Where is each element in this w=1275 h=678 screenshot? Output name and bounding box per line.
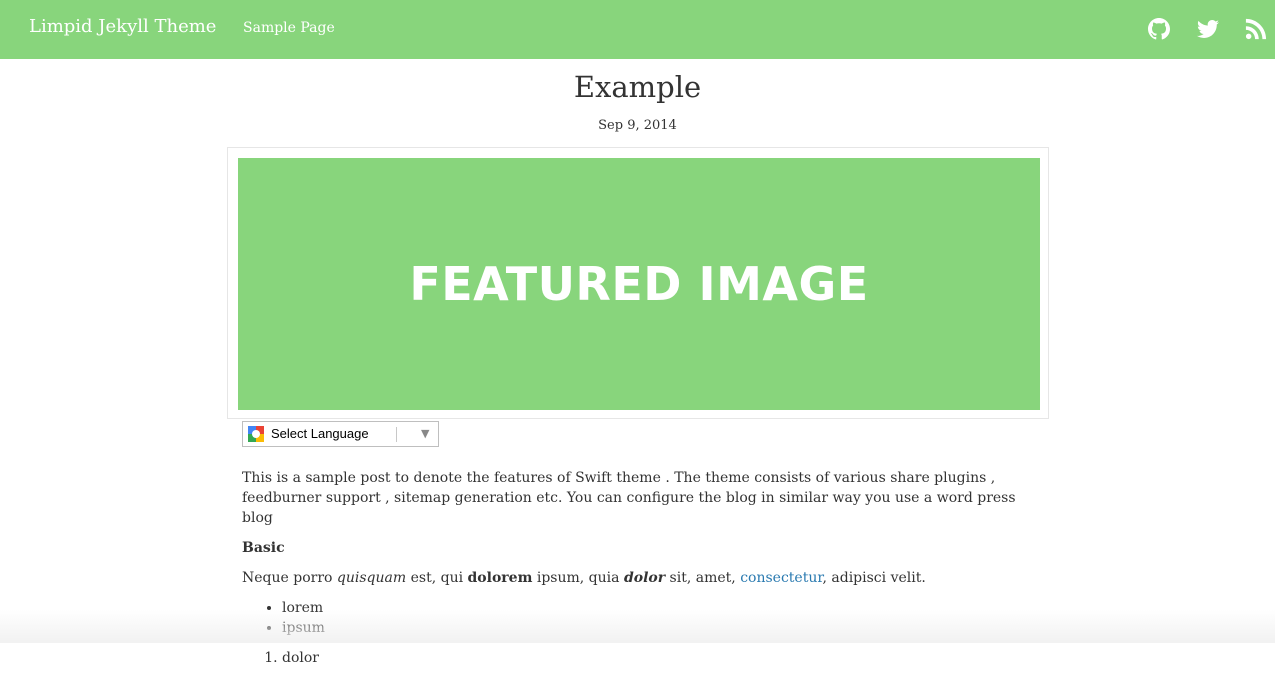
consectetur-link[interactable]: consectetur (740, 570, 822, 586)
select-language-label: Select Language (271, 426, 369, 441)
google-translate-icon (248, 426, 264, 442)
featured-image-text: FEATURED IMAGE (409, 257, 869, 311)
site-brand-link[interactable]: Limpid Jekyll Theme (29, 16, 216, 37)
text-segment: , adipisci velit. (822, 570, 926, 586)
list-item: ipsum (282, 618, 1042, 638)
bold-italic-text: dolor (623, 570, 666, 586)
dropdown-arrow-icon: ▼ (421, 427, 430, 440)
twitter-icon[interactable] (1197, 18, 1219, 40)
nav-link-sample-page[interactable]: Sample Page (243, 20, 335, 36)
featured-image: FEATURED IMAGE (238, 158, 1040, 410)
numbered-list: dolor (242, 648, 1042, 668)
bullet-list: lorem ipsum (242, 598, 1042, 638)
sample-paragraph: Neque porro quisquam est, qui dolorem ip… (242, 568, 1042, 588)
post-title: Example (573, 70, 702, 104)
text-segment: sit, amet, (665, 570, 741, 586)
intro-paragraph: This is a sample post to denote the feat… (242, 470, 1016, 526)
list-item: dolor (282, 648, 1042, 668)
text-segment: ipsum, quia (532, 570, 624, 586)
bold-text: dolorem (467, 570, 533, 586)
select-divider (396, 427, 397, 442)
select-language-dropdown[interactable]: Select Language ▼ (242, 421, 439, 447)
top-navbar: Limpid Jekyll Theme Sample Page (0, 0, 1275, 59)
featured-image-frame: FEATURED IMAGE (227, 147, 1049, 419)
article-body: This is a sample post to denote the feat… (242, 468, 1042, 678)
github-icon[interactable] (1148, 18, 1170, 40)
italic-text: quisquam (336, 570, 407, 586)
text-segment: est, qui (406, 570, 468, 586)
text-segment: Neque porro (242, 570, 337, 586)
heading-basic: Basic (242, 540, 285, 556)
post-date: Sep 9, 2014 (598, 118, 677, 133)
list-item: lorem (282, 598, 1042, 618)
rss-icon[interactable] (1245, 18, 1267, 40)
